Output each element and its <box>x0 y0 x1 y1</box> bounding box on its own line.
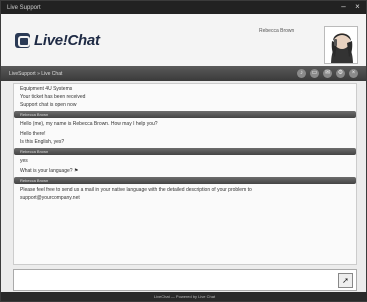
window-controls: – × <box>339 3 362 11</box>
toolbar-title: LiveSupport » Live Chat <box>9 70 63 77</box>
chat-window: Live Support – × Live!Chat Rebecca Brown… <box>0 0 367 302</box>
message-line: What is your language? ⚑ <box>20 167 350 175</box>
operator-avatar <box>324 26 358 64</box>
logo-icon <box>15 33 30 48</box>
message-text: What is your language? <box>20 168 74 174</box>
message-line: Hello (me), my name is Rebecca Brown. Ho… <box>20 121 158 127</box>
message: yes <box>14 156 356 166</box>
title-bar: Live Support – × <box>1 1 366 14</box>
message: Hello there! Is this English, yes? <box>14 129 356 147</box>
message-line: Please feel free to send us a mail in yo… <box>20 187 252 193</box>
operator-name: Rebecca Brown <box>259 28 295 34</box>
send-button[interactable]: ➚ <box>338 273 353 288</box>
header: Live!Chat Rebecca Brown <box>1 14 366 66</box>
message-line: Equipment 4U Systems <box>20 86 73 92</box>
close-icon[interactable]: × <box>349 69 358 78</box>
email-icon[interactable]: ✉ <box>323 69 332 78</box>
message-line: yes <box>20 158 28 164</box>
message-input-area[interactable]: ➚ <box>13 269 357 291</box>
chat-transcript[interactable]: Equipment 4U Systems Your ticket has bee… <box>13 83 357 265</box>
sound-icon[interactable]: ♪ <box>297 69 306 78</box>
logo-text: Live!Chat <box>34 32 100 49</box>
close-icon[interactable]: × <box>353 3 362 11</box>
message-line: Hello there! <box>20 131 46 137</box>
minimize-icon[interactable]: – <box>339 3 348 11</box>
chat-toolbar: LiveSupport » Live Chat ♪ ▭ ✉ ⚙ × <box>1 66 366 81</box>
toolbar-icons: ♪ ▭ ✉ ⚙ × <box>297 69 358 78</box>
operator-bar: Rebecca Brown <box>14 148 356 155</box>
message: What is your language? ⚑ <box>14 166 356 176</box>
logo: Live!Chat <box>15 32 100 49</box>
avatar-icon <box>331 33 353 63</box>
print-icon[interactable]: ▭ <box>310 69 319 78</box>
settings-icon[interactable]: ⚙ <box>336 69 345 78</box>
message-line: Your ticket has been received <box>20 94 86 100</box>
message: Equipment 4U Systems Your ticket has bee… <box>14 84 356 110</box>
message-input[interactable] <box>14 270 334 290</box>
window-title: Live Support <box>7 4 41 11</box>
flag-icon: ⚑ <box>73 168 79 174</box>
message: Please feel free to send us a mail in yo… <box>14 185 356 203</box>
operator-bar: Rebecca Brown <box>14 111 356 118</box>
footer: LiveChat — Powered by Live Chat <box>1 292 367 301</box>
message-line: support@yourcompany.net <box>20 195 80 201</box>
message: Hello (me), my name is Rebecca Brown. Ho… <box>14 119 356 129</box>
operator-bar: Rebecca Brown <box>14 177 356 184</box>
message-line: Is this English, yes? <box>20 139 65 145</box>
message-line: Support chat is open now <box>20 102 77 108</box>
